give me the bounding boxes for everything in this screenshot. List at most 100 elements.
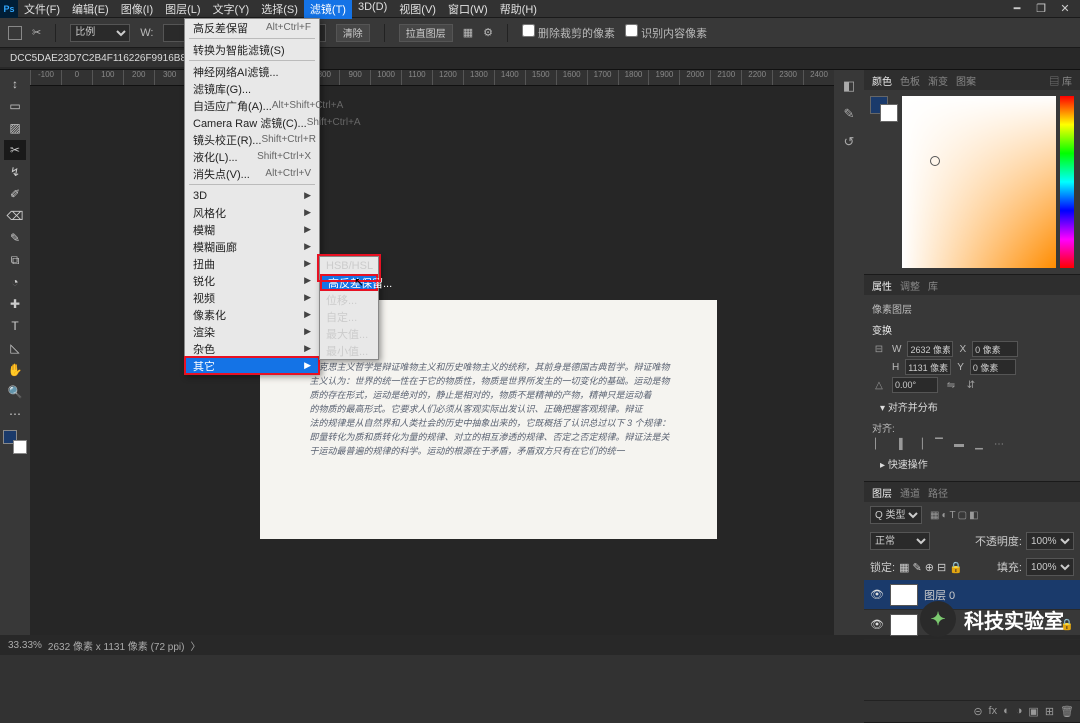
submenu-item[interactable]: 高反差保留... <box>320 274 378 291</box>
layer-thumbnail[interactable] <box>890 584 918 606</box>
menu-图像(I)[interactable]: 图像(I) <box>115 0 159 19</box>
content-aware-checkbox[interactable]: 识别内容像素 <box>625 24 707 41</box>
lib-icon[interactable]: ▤ 库 <box>1049 73 1072 88</box>
minimize-button[interactable]: ━ <box>1008 2 1026 15</box>
link-layers-icon[interactable]: ⊝ <box>973 705 982 718</box>
menu-item[interactable]: 高反差保留Alt+Ctrl+F <box>185 19 319 36</box>
tool-6[interactable]: ⌫ <box>4 206 26 226</box>
color-field[interactable] <box>902 96 1056 268</box>
straighten-button[interactable]: 拉直图层 <box>399 24 453 42</box>
tab-swatches[interactable]: 色板 <box>900 73 920 88</box>
menu-item[interactable]: 消失点(V)...Alt+Ctrl+V <box>185 165 319 182</box>
tab-channels[interactable]: 通道 <box>900 485 920 500</box>
menu-滤镜(T)[interactable]: 滤镜(T) <box>304 0 352 19</box>
tool-4[interactable]: ↯ <box>4 162 26 182</box>
submenu-item[interactable]: 自定... <box>320 308 378 325</box>
gear-icon[interactable]: ⚙ <box>483 26 493 39</box>
menu-编辑(E)[interactable]: 编辑(E) <box>66 0 115 19</box>
menu-文件(F)[interactable]: 文件(F) <box>18 0 66 19</box>
filter-icons[interactable]: ▦◐T▢◧ <box>930 510 979 521</box>
submenu-item[interactable]: 最小值... <box>320 342 378 359</box>
layer-thumbnail[interactable] <box>890 614 918 636</box>
link-icon[interactable]: ⊟ <box>872 344 886 355</box>
menu-item[interactable]: 其它▶ <box>185 357 319 374</box>
menu-item[interactable]: 锐化▶ <box>185 272 319 289</box>
menu-帮助(H)[interactable]: 帮助(H) <box>494 0 543 19</box>
adjustment-icon[interactable]: ◑ <box>1016 705 1023 718</box>
ratio-select[interactable]: 比例 <box>70 24 130 42</box>
submenu-item[interactable]: 位移... <box>320 291 378 308</box>
submenu-item[interactable]: HSB/HSL <box>320 257 378 274</box>
menu-视图(V)[interactable]: 视图(V) <box>393 0 442 19</box>
tab-layers[interactable]: 图层 <box>872 485 892 500</box>
w-input[interactable] <box>907 341 953 357</box>
tool-2[interactable]: ▨ <box>4 118 26 138</box>
maximize-button[interactable]: ❐ <box>1032 2 1050 15</box>
fx-icon[interactable]: fx <box>989 705 998 718</box>
opacity-select[interactable]: 100% <box>1026 532 1074 550</box>
menu-item[interactable]: 液化(L)...Shift+Ctrl+X <box>185 148 319 165</box>
color-swatches[interactable] <box>3 430 27 454</box>
brush-icon[interactable]: ✎ <box>839 104 859 124</box>
history-icon[interactable]: ↺ <box>839 132 859 152</box>
menu-item[interactable]: 杂色▶ <box>185 340 319 357</box>
tool-0[interactable]: ↕ <box>4 74 26 94</box>
zoom-level[interactable]: 33.33% <box>8 640 42 651</box>
tool-3[interactable]: ✂ <box>4 140 26 160</box>
group-icon[interactable]: ▣ <box>1028 705 1038 718</box>
visibility-toggle[interactable]: 👁 <box>870 618 884 631</box>
menu-item[interactable]: Camera Raw 滤镜(C)...Shift+Ctrl+A <box>185 114 319 131</box>
menu-item[interactable]: 模糊画廊▶ <box>185 238 319 255</box>
tab-gradients[interactable]: 渐变 <box>928 73 948 88</box>
menu-item[interactable]: 镜头校正(R)...Shift+Ctrl+R <box>185 131 319 148</box>
canvas-area[interactable]: -100010020030040050060070080090010001100… <box>30 70 834 635</box>
menu-item[interactable]: 扭曲▶ <box>185 255 319 272</box>
flip-h-icon[interactable]: ⇋ <box>944 380 958 391</box>
menu-item[interactable]: 滤镜库(G)... <box>185 80 319 97</box>
tool-8[interactable]: ⧉ <box>4 250 26 270</box>
tool-10[interactable]: ✚ <box>4 294 26 314</box>
menu-文字(Y)[interactable]: 文字(Y) <box>207 0 256 19</box>
angle-input[interactable] <box>892 377 938 393</box>
tab-color[interactable]: 颜色 <box>872 73 892 88</box>
tool-9[interactable]: ◔ <box>4 272 26 292</box>
tab-properties[interactable]: 属性 <box>872 278 892 293</box>
x-input[interactable] <box>972 341 1018 357</box>
tab-libraries[interactable]: 库 <box>928 278 938 293</box>
align-buttons[interactable]: ▏▐▕ ▔▬▁ ⋯ <box>872 439 1072 450</box>
clear-button[interactable]: 清除 <box>336 24 370 42</box>
y-input[interactable] <box>970 359 1016 375</box>
menu-item[interactable]: 像素化▶ <box>185 306 319 323</box>
menu-窗口(W)[interactable]: 窗口(W) <box>442 0 494 19</box>
dock-icon[interactable]: ◧ <box>839 76 859 96</box>
fill-select[interactable]: 100% <box>1026 558 1074 576</box>
hue-slider[interactable] <box>1060 96 1074 268</box>
new-layer-icon[interactable]: ⊞ <box>1045 705 1054 718</box>
bg-color[interactable] <box>880 104 898 122</box>
tool-5[interactable]: ✐ <box>4 184 26 204</box>
delete-layer-icon[interactable]: 🗑 <box>1060 705 1074 718</box>
menu-item[interactable]: 视频▶ <box>185 289 319 306</box>
close-button[interactable]: ✕ <box>1056 2 1074 15</box>
menu-item[interactable]: 渲染▶ <box>185 323 319 340</box>
menu-3D(D)[interactable]: 3D(D) <box>352 0 393 19</box>
menu-item[interactable]: 转换为智能滤镜(S) <box>185 41 319 58</box>
tool-13[interactable]: ✋ <box>4 360 26 380</box>
visibility-toggle[interactable]: 👁 <box>870 588 884 601</box>
menu-item[interactable]: 自适应广角(A)...Alt+Shift+Ctrl+A <box>185 97 319 114</box>
mask-icon[interactable]: ◐ <box>1003 705 1010 718</box>
tool-14[interactable]: 🔍 <box>4 382 26 402</box>
menu-item[interactable]: 3D▶ <box>185 187 319 204</box>
flip-v-icon[interactable]: ⇵ <box>964 380 978 391</box>
tab-paths[interactable]: 路径 <box>928 485 948 500</box>
menu-图层(L)[interactable]: 图层(L) <box>159 0 206 19</box>
menu-item[interactable]: 模糊▶ <box>185 221 319 238</box>
lock-icons[interactable]: ▦ ✎ ⊕ ⊟ 🔒 <box>899 561 963 574</box>
filter-kind-select[interactable]: Q 类型 <box>870 506 922 524</box>
delete-px-checkbox[interactable]: 删除裁剪的像素 <box>522 24 615 41</box>
tool-12[interactable]: ◺ <box>4 338 26 358</box>
tab-adjustments[interactable]: 调整 <box>900 278 920 293</box>
grid-icon[interactable]: ▦ <box>463 26 473 39</box>
home-icon[interactable] <box>8 26 22 40</box>
tool-15[interactable]: ⋯ <box>4 404 26 424</box>
